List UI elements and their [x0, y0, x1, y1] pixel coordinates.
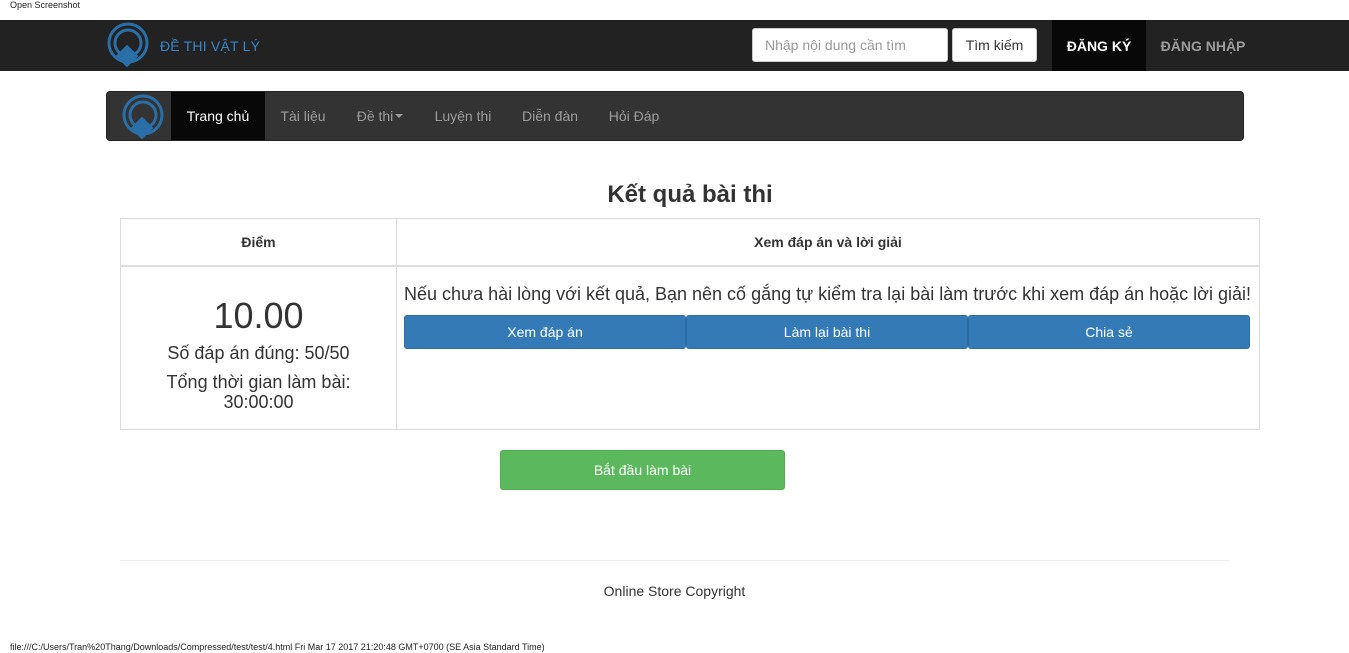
- diamond-circle-logo-icon: [107, 22, 149, 68]
- score-value: 10.00: [213, 295, 304, 336]
- nav-item-exams-label: Đề thi: [356, 108, 394, 124]
- total-time-value: 30:00:00: [223, 392, 294, 412]
- nav-item-qa[interactable]: Hỏi Đáp: [593, 92, 675, 140]
- nav-item-documents[interactable]: Tài liệu: [265, 92, 341, 140]
- top-header: ĐỀ THI VẬT LÝ Tìm kiếm ĐĂNG KÝ ĐĂNG NHẬP: [0, 20, 1349, 71]
- brand-logo[interactable]: ĐỀ THI VẬT LÝ: [106, 20, 260, 71]
- nav-item-home[interactable]: Trang chủ: [171, 92, 265, 140]
- search-button[interactable]: Tìm kiếm: [952, 28, 1037, 62]
- retake-exam-button[interactable]: Làm lại bài thi: [686, 315, 968, 349]
- nav-item-practice[interactable]: Luyện thi: [419, 92, 507, 140]
- print-footer: file:///C:/Users/Tran%20Thang/Downloads/…: [10, 642, 545, 652]
- caret-down-icon: [395, 114, 404, 118]
- result-table: Điểm Xem đáp án và lời giải 10.00 Số đáp…: [120, 218, 1260, 430]
- total-time-label: Tổng thời gian làm bài:: [166, 372, 351, 392]
- header-divider: [121, 265, 1259, 267]
- brand-name: ĐỀ THI VẬT LÝ: [160, 37, 261, 54]
- answers-column-header: Xem đáp án và lời giải: [754, 234, 902, 250]
- login-link[interactable]: ĐĂNG NHẬP: [1146, 20, 1260, 71]
- nav-item-exams[interactable]: Đề thi: [341, 92, 419, 140]
- copyright-text: Online Store Copyright: [603, 583, 746, 599]
- share-button[interactable]: Chia sẻ: [968, 315, 1250, 349]
- advice-text: Nếu chưa hài lòng với kết quả, Bạn nên c…: [404, 284, 1251, 304]
- start-exam-button[interactable]: Bắt đầu làm bài: [500, 450, 785, 490]
- score-column-header: Điểm: [241, 234, 276, 250]
- footer-divider: [120, 560, 1230, 561]
- view-answers-button[interactable]: Xem đáp án: [404, 315, 686, 349]
- correct-answers: Số đáp án đúng: 50/50: [167, 343, 350, 363]
- register-link[interactable]: ĐĂNG KÝ: [1052, 20, 1146, 71]
- search-input[interactable]: [752, 28, 948, 62]
- main-navbar: Trang chủ Tài liệu Đề thi Luyện thi Diễn…: [106, 91, 1244, 141]
- page-title: Kết quả bài thi: [607, 181, 773, 208]
- diamond-circle-logo-icon[interactable]: [121, 92, 167, 142]
- nav-item-forum[interactable]: Diễn đàn: [507, 92, 593, 140]
- print-header: Open Screenshot: [10, 0, 81, 10]
